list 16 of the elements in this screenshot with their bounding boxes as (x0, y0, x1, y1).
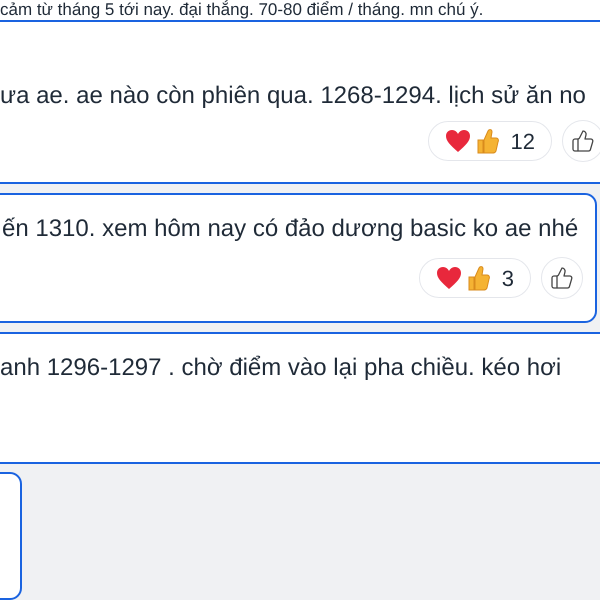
comment-text: ưa ae. ae nào còn phiên qua. 1268-1294. lịch sử ăn no (0, 81, 587, 111)
reactions-pill[interactable]: 12 (428, 121, 552, 161)
comment-text: anh 1296-1297 . chờ điểm vào lại pha chiều. kéo hơi (0, 353, 562, 383)
reaction-count: 12 (510, 128, 535, 156)
thumbs-up-icon (550, 266, 574, 290)
like-button[interactable] (562, 120, 600, 162)
heart-icon (436, 266, 462, 290)
heart-icon (444, 129, 471, 153)
reactions-pill[interactable]: 3 (418, 258, 531, 298)
thumbs-up-icon (474, 128, 499, 154)
comment-text: ến 1310. xem hôm nay có đảo dương basic ko ae nhé (1, 214, 580, 244)
reaction-count: 3 (502, 264, 514, 292)
comment-text: cảm từ tháng 5 tới nay. đại thắng. 70-80 điểm / tháng. mn chú ý. (0, 0, 484, 20)
thumbs-up-icon (466, 265, 490, 291)
like-button[interactable] (541, 257, 583, 299)
thumbs-up-icon (571, 129, 595, 153)
